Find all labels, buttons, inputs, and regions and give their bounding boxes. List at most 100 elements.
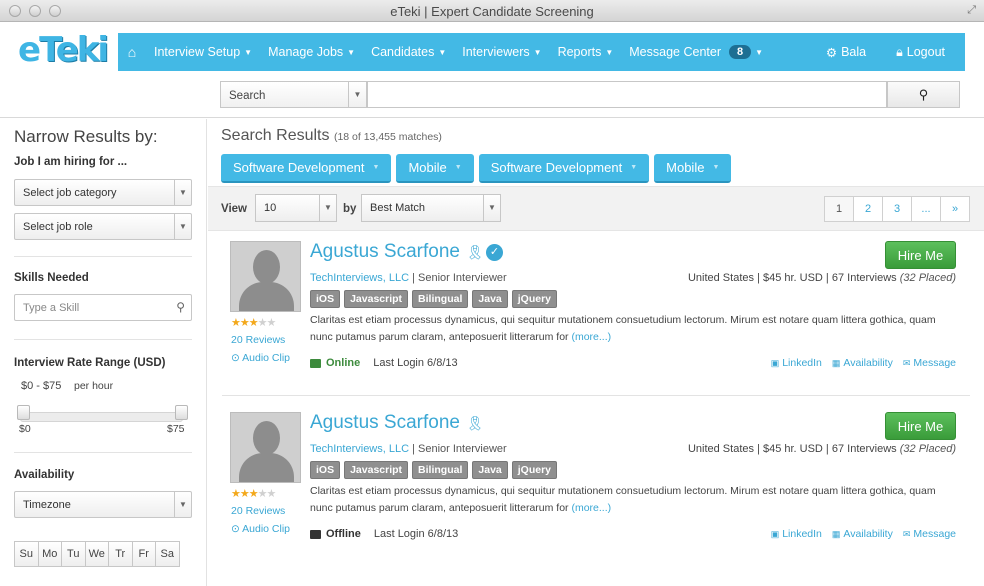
nav-reports[interactable]: Reports ▼ [550, 45, 622, 59]
skill-tag: Bilingual [412, 461, 469, 479]
message-link[interactable]: ✉ Message [903, 528, 956, 540]
timezone-select[interactable]: Timezone ▼ [14, 491, 192, 518]
rate-slider-max-handle[interactable] [175, 405, 188, 420]
skill-tag: Bilingual [412, 290, 469, 308]
award-ribbon-icon: 🎗︎ [465, 243, 484, 260]
nav-candidates[interactable]: Candidates ▼ [363, 45, 454, 59]
linkedin-icon: ▣ [770, 529, 780, 539]
candidate-company: TechInterviews, LLC | Senior Interviewer [310, 272, 507, 284]
more-link[interactable]: (more...) [571, 502, 611, 514]
skill-tag: jQuery [511, 290, 558, 308]
reviews-link[interactable]: 20 Reviews [231, 334, 285, 346]
caret-down-icon: ▼ [348, 82, 366, 107]
search-icon: ⚲ [918, 87, 929, 102]
filter-tag[interactable]: Software Development ▼ [221, 154, 392, 183]
filter-tag[interactable]: Mobile ▼ [654, 154, 732, 183]
caret-down-icon: ▼ [372, 164, 380, 171]
rate-slider-min-handle[interactable] [17, 405, 30, 420]
view-count-select[interactable]: 10 ▼ [255, 194, 337, 222]
skill-input[interactable]: Type a Skill ⚲ [14, 294, 192, 321]
caret-down-icon: ▼ [630, 164, 638, 171]
candidate-description: Claritas est etiam processus dynamicus, … [310, 314, 936, 343]
search-icon: ⚲ [176, 300, 185, 314]
page-ellipsis[interactable]: ... [911, 196, 941, 222]
caret-down-icon: ▼ [438, 47, 447, 57]
nav-interview-setup[interactable]: Interview Setup ▼ [146, 45, 260, 59]
search-scope-select[interactable]: Search ▼ [220, 81, 367, 108]
page-3[interactable]: 3 [882, 196, 912, 222]
nav-manage-jobs[interactable]: Manage Jobs ▼ [260, 45, 363, 59]
skills-label: Skills Needed [14, 272, 89, 284]
avatar[interactable] [230, 412, 301, 483]
page-1[interactable]: 1 [824, 196, 854, 222]
filter-tag[interactable]: Software Development ▼ [478, 154, 650, 183]
results-count: (18 of 13,455 matches) [333, 131, 442, 143]
candidate-name[interactable]: Agustus Scarfone 🎗︎ ✓ [310, 241, 503, 263]
page-2[interactable]: 2 [853, 196, 883, 222]
message-count-badge: 8 [728, 45, 752, 59]
home-icon[interactable]: ⌂ [118, 44, 146, 60]
divider [222, 395, 970, 396]
candidate-company: TechInterviews, LLC | Senior Interviewer [310, 443, 507, 455]
day-wednesday[interactable]: We [84, 541, 109, 567]
hire-me-button[interactable]: Hire Me [885, 241, 956, 269]
day-tuesday[interactable]: Tu [61, 541, 86, 567]
search-input[interactable] [367, 81, 887, 108]
search-button[interactable]: ⚲ [887, 81, 960, 108]
message-link[interactable]: ✉ Message [903, 357, 956, 369]
offline-status: Offline Last Login 6/8/13 [310, 528, 458, 540]
caret-down-icon: ▼ [533, 47, 542, 57]
availability-link[interactable]: ▦ Availability [832, 528, 893, 540]
rate-slider[interactable] [20, 412, 183, 422]
calendar-icon: ▦ [831, 529, 841, 539]
caret-down-icon: ▼ [244, 47, 253, 57]
caret-down-icon: ▼ [174, 492, 191, 517]
avatar[interactable] [230, 241, 301, 312]
nav-interviewers[interactable]: Interviewers ▼ [454, 45, 549, 59]
job-role-select[interactable]: Select job role ▼ [14, 213, 192, 240]
view-label: View [221, 203, 247, 215]
rate-min-label: $0 [19, 423, 31, 435]
filter-tag[interactable]: Mobile ▼ [396, 154, 474, 183]
pagination: 1 2 3 ... » [824, 196, 970, 222]
caret-down-icon: ▼ [454, 164, 462, 171]
day-friday[interactable]: Fr [131, 541, 156, 567]
availability-label: Availability [14, 469, 75, 481]
reviews-link[interactable]: 20 Reviews [231, 505, 285, 517]
sort-select[interactable]: Best Match ▼ [361, 194, 501, 222]
fullscreen-icon[interactable]: ⤢ [967, 4, 976, 17]
next-page[interactable]: » [940, 196, 970, 222]
audio-clip-link[interactable]: ⊙ Audio Clip [231, 352, 290, 364]
linkedin-link[interactable]: ▣ LinkedIn [771, 528, 822, 540]
skill-tag: Javascript [344, 290, 409, 308]
lock-icon: 🔒︎ [896, 44, 903, 59]
user-settings[interactable]: ⚙ Bala [818, 45, 874, 60]
rate-max-label: $75 [167, 423, 185, 435]
caret-down-icon: ▼ [347, 47, 356, 57]
by-label: by [343, 203, 357, 215]
logo[interactable]: eTeki [18, 30, 109, 70]
linkedin-link[interactable]: ▣ LinkedIn [771, 357, 822, 369]
hire-me-button[interactable]: Hire Me [885, 412, 956, 440]
job-label: Job I am hiring for ... [14, 156, 128, 168]
day-sunday[interactable]: Su [14, 541, 39, 567]
chat-bubble-icon [310, 358, 321, 368]
audio-clip-link[interactable]: ⊙ Audio Clip [231, 523, 290, 535]
job-category-select[interactable]: Select job category ▼ [14, 179, 192, 206]
rate-range: $0 - $75 [21, 380, 62, 392]
star-rating: ★★★★★ [231, 317, 276, 329]
star-rating: ★★★★★ [231, 488, 276, 500]
more-link[interactable]: (more...) [571, 331, 611, 343]
envelope-icon: ✉ [902, 529, 911, 539]
results-panel: Search Results (18 of 13,455 matches) So… [208, 119, 984, 586]
day-monday[interactable]: Mo [37, 541, 62, 567]
logout-link[interactable]: 🔒︎ Logout [888, 45, 953, 60]
caret-down-icon: ▼ [483, 195, 500, 221]
day-picker: Su Mo Tu We Tr Fr Sa [14, 541, 180, 567]
window-titlebar: eTeki | Expert Candidate Screening ⤢ [0, 0, 984, 22]
candidate-name[interactable]: Agustus Scarfone 🎗︎ [310, 412, 484, 434]
day-thursday[interactable]: Tr [108, 541, 133, 567]
availability-link[interactable]: ▦ Availability [832, 357, 893, 369]
day-saturday[interactable]: Sa [155, 541, 180, 567]
nav-message-center[interactable]: Message Center 8 ▼ [621, 45, 771, 59]
